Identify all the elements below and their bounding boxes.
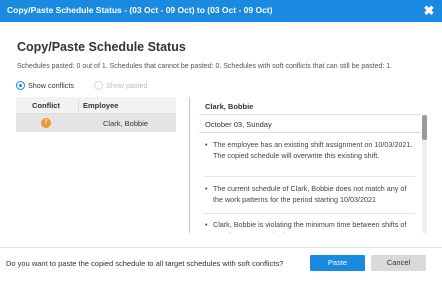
scrollbar-thumb[interactable] — [422, 115, 427, 140]
details-employee-name: Clark, Bobbie — [205, 102, 254, 111]
radio-unselected-icon — [94, 81, 103, 90]
divider — [203, 176, 415, 177]
divider — [199, 132, 421, 133]
employee-name: Clark, Bobbie — [103, 119, 149, 128]
conflict-message: • The current schedule of Clark, Bobbie … — [205, 183, 413, 205]
dialog-titlebar: Copy/Paste Schedule Status - (03 Oct - 0… — [0, 0, 442, 22]
paste-button[interactable]: Paste — [310, 255, 365, 271]
status-summary: Schedules pasted: 0 out of 1. Schedules … — [17, 63, 393, 70]
confirmation-question: Do you want to paste the copied schedule… — [6, 259, 284, 268]
bullet: • — [205, 184, 208, 193]
conflict-details-panel: Clark, Bobbie October 03, Sunday • The e… — [199, 97, 427, 233]
conflict-message-text: The current schedule of Clark, Bobbie do… — [213, 184, 407, 204]
table-row[interactable]: ! Clark, Bobbie — [16, 114, 176, 132]
table-header: Conflict Employee — [16, 97, 176, 114]
page-title: Copy/Paste Schedule Status — [17, 40, 186, 54]
footer-divider — [0, 247, 442, 248]
radio-label: Show pasted — [106, 81, 148, 90]
conflict-message-text: Clark, Bobbie is violating the minimum t… — [213, 220, 407, 233]
close-icon[interactable]: ✖ — [421, 1, 437, 21]
warning-icon: ! — [41, 118, 51, 128]
bullet: • — [205, 220, 208, 229]
conflict-message: • The employee has an existing shift ass… — [205, 139, 413, 161]
dialog-title: Copy/Paste Schedule Status - (03 Oct - 0… — [7, 5, 273, 15]
column-divider — [78, 99, 79, 112]
divider — [203, 213, 415, 214]
divider — [199, 114, 421, 115]
details-date: October 03, Sunday — [205, 120, 272, 129]
conflict-message-text: The employee has an existing shift assig… — [213, 140, 413, 160]
panel-divider — [189, 97, 190, 233]
column-header-conflict[interactable]: Conflict — [16, 101, 76, 110]
radio-selected-icon — [16, 81, 25, 90]
radio-label: Show conflicts — [28, 81, 74, 90]
conflict-message: • Clark, Bobbie is violating the minimum… — [205, 219, 413, 233]
cancel-button[interactable]: Cancel — [371, 255, 426, 271]
conflict-table: Conflict Employee ! Clark, Bobbie — [16, 97, 176, 230]
bullet: • — [205, 140, 208, 149]
column-header-employee[interactable]: Employee — [83, 101, 118, 110]
